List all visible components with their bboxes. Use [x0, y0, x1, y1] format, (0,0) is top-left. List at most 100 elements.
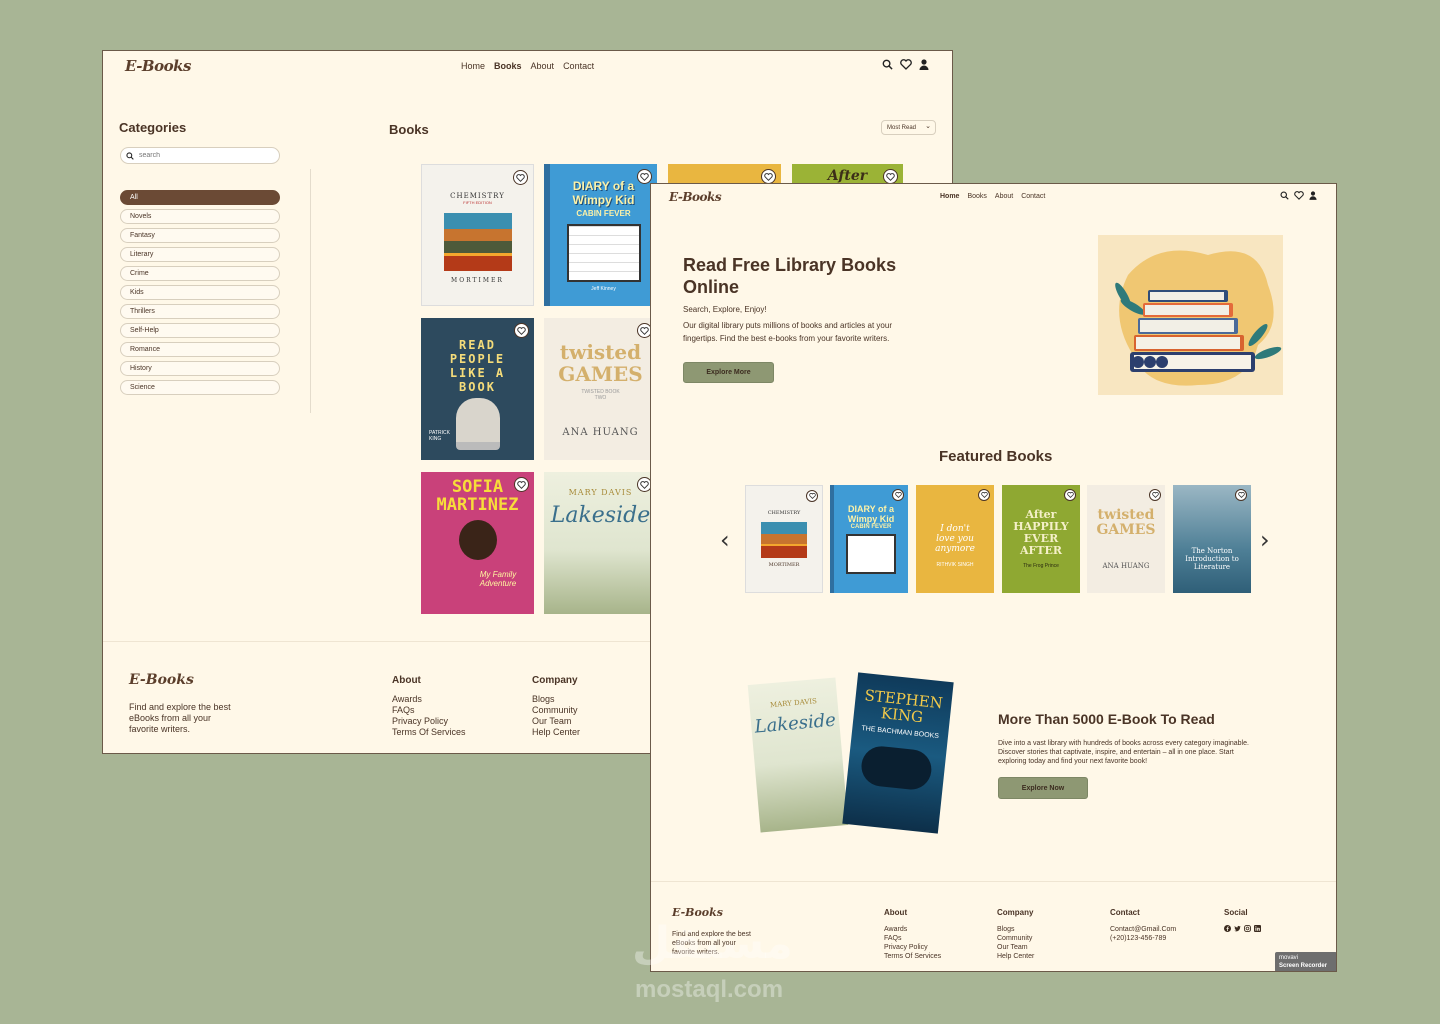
favorite-button[interactable]	[1235, 489, 1247, 501]
featured-book[interactable]: DIARY of a Wimpy Kid CABIN FEVER	[830, 485, 908, 593]
book-title: READ PEOPLE LIKE A BOOK	[449, 338, 506, 394]
sort-select[interactable]: Most Read	[881, 120, 936, 135]
category-fantasy[interactable]: Fantasy	[120, 228, 280, 243]
footer-link-faqs[interactable]: FAQs	[884, 934, 941, 943]
book-card[interactable]: twisted GAMES TWISTED BOOK TWO ANA HUANG	[544, 318, 657, 460]
carousel-next-button[interactable]: ›	[1260, 526, 1270, 554]
favorite-button[interactable]	[1149, 489, 1161, 501]
sidebar-divider	[310, 169, 311, 413]
book-card[interactable]: MARY DAVIS Lakeside	[544, 472, 657, 614]
footer-link-awards[interactable]: Awards	[392, 694, 466, 705]
footer-desc-line: Find and explore the best	[129, 702, 231, 712]
explore-more-button[interactable]: Explore More	[683, 362, 774, 383]
linkedin-icon[interactable]	[1254, 925, 1261, 932]
search-icon[interactable]	[1280, 191, 1289, 200]
footer-link-blogs[interactable]: Blogs	[997, 925, 1034, 934]
nav-contact[interactable]: Contact	[1021, 193, 1045, 200]
explore-now-button[interactable]: Explore Now	[998, 777, 1088, 799]
heart-icon	[1066, 492, 1074, 498]
featured-book[interactable]: CHEMISTRY MORTIMER	[745, 485, 823, 593]
nav-about[interactable]: About	[531, 61, 555, 71]
footer-social: Social	[1224, 908, 1261, 932]
featured-book[interactable]: The Norton Introduction to Literature	[1173, 485, 1251, 593]
book-author: Jeff Kinney	[591, 285, 616, 292]
category-history[interactable]: History	[120, 361, 280, 376]
footer-link-privacy[interactable]: Privacy Policy	[392, 716, 466, 727]
favorite-button[interactable]	[978, 489, 990, 501]
footer-link-terms[interactable]: Terms Of Services	[392, 727, 466, 738]
category-all[interactable]: All	[120, 190, 280, 205]
category-thrillers[interactable]: Thrillers	[120, 304, 280, 319]
heart-icon	[980, 492, 988, 498]
footer-link-terms[interactable]: Terms Of Services	[884, 952, 941, 961]
favorite-button[interactable]	[761, 169, 776, 184]
nav-home[interactable]: Home	[461, 61, 485, 71]
nav-books[interactable]: Books	[967, 193, 986, 200]
footer-link-awards[interactable]: Awards	[884, 925, 941, 934]
category-crime[interactable]: Crime	[120, 266, 280, 281]
book-card[interactable]: DIARY of a Wimpy Kid CABIN FEVER Jeff Ki…	[544, 164, 657, 306]
footer-link-privacy[interactable]: Privacy Policy	[884, 943, 941, 952]
book-author: MARY DAVIS	[769, 697, 818, 710]
category-science[interactable]: Science	[120, 380, 280, 395]
footer-link-community[interactable]: Community	[997, 934, 1034, 943]
search-input[interactable]	[139, 152, 259, 159]
carousel-prev-button[interactable]: ‹	[720, 526, 730, 554]
featured-book[interactable]: twisted GAMES ANA HUANG	[1087, 485, 1165, 593]
book-author: PATRICK KING	[429, 430, 450, 442]
book-subtitle: CABIN FEVER	[576, 208, 631, 218]
favorite-button[interactable]	[1064, 489, 1076, 501]
book-card[interactable]: SOFIA MARTINEZ My Family Adventure	[421, 472, 534, 614]
heart-icon[interactable]	[900, 59, 912, 70]
book-title: DIARY of a Wimpy Kid	[572, 178, 635, 207]
recorder-label: Screen Recorder	[1279, 963, 1328, 969]
favorite-button[interactable]	[892, 489, 904, 501]
favorite-button[interactable]	[513, 170, 528, 185]
featured-book[interactable]: I don't love you anymore RITHVIK SINGH	[916, 485, 994, 593]
book-card[interactable]: CHEMISTRY FIFTH EDITION MORTIMER	[421, 164, 534, 306]
footer-link-blogs[interactable]: Blogs	[532, 694, 580, 705]
footer-description: Find and explore the best eBooks from al…	[129, 702, 231, 735]
footer-brand[interactable]: E-Books	[129, 672, 194, 688]
category-kids[interactable]: Kids	[120, 285, 280, 300]
favorite-button[interactable]	[806, 490, 818, 502]
hero-title-line: Read Free Library Books	[683, 255, 897, 275]
footer-link-help[interactable]: Help Center	[532, 727, 580, 738]
brand-logo[interactable]: E-Books	[125, 57, 191, 75]
social-icons	[1224, 925, 1261, 932]
featured-book[interactable]: After HAPPILY EVER AFTER The Frog Prince	[1002, 485, 1080, 593]
category-literary[interactable]: Literary	[120, 247, 280, 262]
footer-link-help[interactable]: Help Center	[997, 952, 1034, 961]
twitter-icon[interactable]	[1234, 925, 1241, 932]
category-romance[interactable]: Romance	[120, 342, 280, 357]
category-novels[interactable]: Novels	[120, 209, 280, 224]
instagram-icon[interactable]	[1244, 925, 1251, 932]
search-icon[interactable]	[882, 59, 893, 70]
contact-email-link[interactable]: Contact@Gmail.Com	[1110, 925, 1176, 934]
nav-contact[interactable]: Contact	[563, 61, 594, 71]
user-icon[interactable]	[919, 59, 929, 70]
favorite-button[interactable]	[514, 323, 529, 338]
book-subtitle: CABIN FEVER	[850, 524, 892, 530]
favorite-button[interactable]	[883, 169, 898, 184]
nav-home[interactable]: Home	[940, 193, 959, 200]
book-title: SOFIA MARTINEZ	[436, 477, 519, 515]
nav-about[interactable]: About	[995, 193, 1013, 200]
book-card[interactable]: READ PEOPLE LIKE A BOOK PATRICK KING	[421, 318, 534, 460]
footer-link-team[interactable]: Our Team	[997, 943, 1034, 952]
user-icon[interactable]	[1309, 191, 1317, 200]
favorite-button[interactable]	[514, 477, 529, 492]
favorite-button[interactable]	[637, 169, 652, 184]
brand-logo[interactable]: E-Books	[669, 190, 722, 204]
footer-link-community[interactable]: Community	[532, 705, 580, 716]
nav-books[interactable]: Books	[494, 61, 522, 71]
footer-link-faqs[interactable]: FAQs	[392, 705, 466, 716]
heart-icon	[640, 172, 649, 181]
hero-illustration	[1098, 235, 1283, 395]
search-field[interactable]	[120, 147, 280, 164]
facebook-icon[interactable]	[1224, 925, 1231, 932]
category-self-help[interactable]: Self-Help	[120, 323, 280, 338]
footer-link-team[interactable]: Our Team	[532, 716, 580, 727]
book-title: twisted GAMES	[1096, 507, 1156, 538]
heart-icon[interactable]	[1294, 191, 1304, 200]
